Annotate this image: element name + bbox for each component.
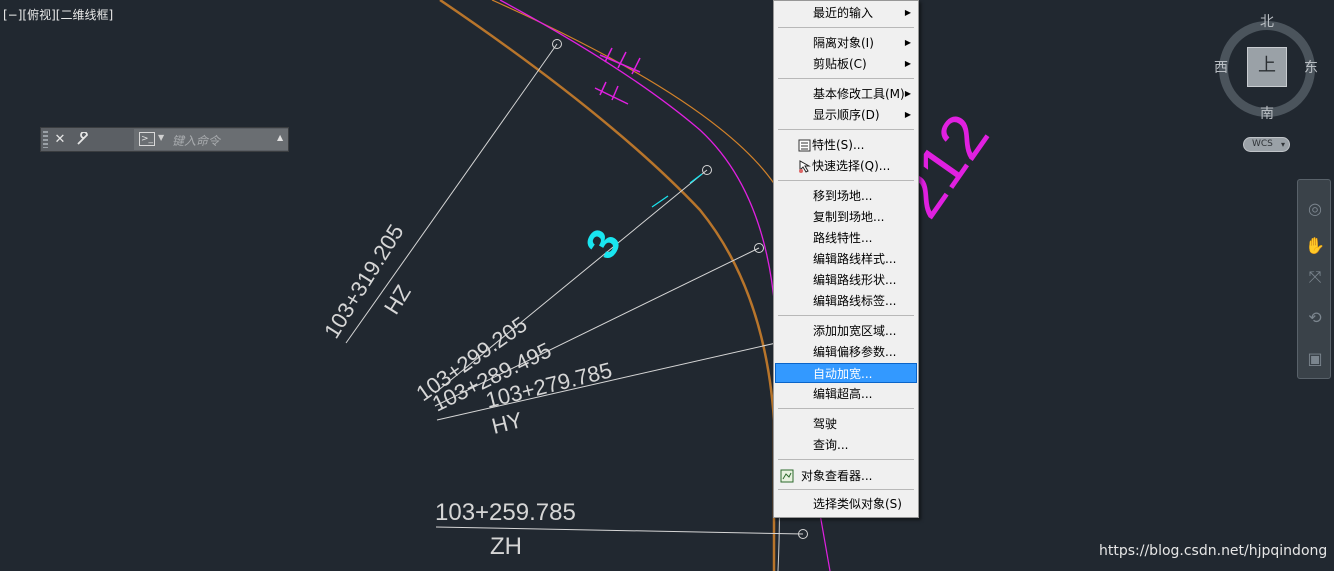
viewcube-top-face[interactable]: 上 bbox=[1247, 47, 1287, 87]
menu-item-edit-alignment-style[interactable]: 编辑路线样式... bbox=[775, 249, 917, 269]
model-viewport[interactable]: 103+319.205 HZ 103+299.205 103+289.495 1… bbox=[0, 0, 1334, 571]
submenu-arrow-icon: ▶ bbox=[904, 110, 911, 119]
menu-item-clipboard[interactable]: 剪贴板(C) ▶ bbox=[775, 54, 917, 74]
menu-separator bbox=[778, 459, 914, 460]
command-line[interactable]: ✕ >_ ▼ 键入命令 ▲ bbox=[40, 127, 289, 152]
menu-item-copy-to-site[interactable]: 复制到场地... bbox=[775, 207, 917, 227]
type-label-zh: ZH bbox=[490, 533, 522, 560]
command-placeholder: 键入命令 bbox=[172, 134, 221, 148]
menu-item-move-to-site[interactable]: 移到场地... bbox=[775, 186, 917, 206]
compass-north[interactable]: 北 bbox=[1260, 11, 1274, 31]
menu-item-edit-offset-parameters[interactable]: 编辑偏移参数... bbox=[775, 342, 917, 362]
steering-wheel-icon[interactable]: ◎ bbox=[1304, 198, 1326, 220]
watermark: https://blog.csdn.net/hjpqindong bbox=[1099, 543, 1328, 559]
station-label-zh: 103+259.785 bbox=[435, 499, 576, 526]
wrench-icon[interactable] bbox=[76, 131, 90, 147]
menu-item-edit-alignment-geometry[interactable]: 编辑路线形状... bbox=[775, 270, 917, 290]
ucs-menu-button[interactable]: WCS ▾ bbox=[1243, 137, 1290, 152]
type-label-hz: HZ bbox=[379, 281, 416, 319]
menu-item-properties[interactable]: 特性(S)... bbox=[775, 135, 917, 155]
drawing-canvas[interactable]: 103+319.205 HZ 103+299.205 103+289.495 1… bbox=[0, 0, 1334, 571]
close-icon[interactable]: ✕ bbox=[53, 132, 67, 147]
menu-item-recent-input[interactable]: 最近的输入 ▶ bbox=[775, 3, 917, 23]
showmotion-icon[interactable]: ▣ bbox=[1304, 348, 1326, 370]
menu-item-quick-select[interactable]: 快速选择(Q)... bbox=[775, 156, 917, 176]
road-centerline-orange bbox=[439, 0, 776, 571]
quick-select-icon bbox=[798, 159, 811, 173]
road-edge-orange-outer bbox=[491, 0, 791, 216]
context-menu[interactable]: 最近的输入 ▶ 隔离对象(I) ▶ 剪贴板(C) ▶ 基本修改工具(M) ▶ 显示顺序(… bbox=[773, 0, 919, 518]
menu-item-edit-superelevation[interactable]: 编辑超高... bbox=[775, 384, 917, 404]
submenu-arrow-icon: ▶ bbox=[904, 8, 911, 17]
menu-separator bbox=[778, 27, 914, 28]
menu-separator bbox=[778, 129, 914, 130]
zoom-extents-icon[interactable]: ⤧ bbox=[1304, 266, 1326, 288]
pan-icon[interactable]: ✋ bbox=[1304, 235, 1326, 257]
submenu-arrow-icon: ▶ bbox=[904, 59, 911, 68]
menu-separator bbox=[778, 78, 914, 79]
menu-item-add-widening[interactable]: 添加加宽区域... bbox=[775, 321, 917, 341]
submenu-arrow-icon: ▶ bbox=[904, 38, 911, 47]
type-label-hy: HY bbox=[489, 407, 525, 439]
viewport-controls-label[interactable]: [−][俯视][二维线框] bbox=[3, 6, 113, 23]
menu-item-edit-alignment-labels[interactable]: 编辑路线标签... bbox=[775, 291, 917, 311]
menu-item-object-viewer[interactable]: 对象查看器... bbox=[775, 466, 917, 486]
chevron-down-icon: ▾ bbox=[1280, 140, 1285, 149]
compass-south[interactable]: 南 bbox=[1260, 103, 1274, 123]
prompt-icon[interactable]: >_ bbox=[139, 132, 155, 146]
ucs-label: WCS bbox=[1252, 139, 1273, 149]
properties-icon bbox=[798, 138, 811, 152]
orbit-icon[interactable]: ⟲ bbox=[1304, 307, 1326, 329]
menu-item-draw-order[interactable]: 显示顺序(D) ▶ bbox=[775, 105, 917, 125]
magenta-hatch bbox=[594, 47, 641, 105]
cyan-annotation: 3 bbox=[576, 221, 631, 267]
compass-west[interactable]: 西 bbox=[1214, 57, 1228, 77]
menu-item-auto-widening[interactable]: 自动加宽... bbox=[775, 363, 917, 383]
menu-item-alignment-properties[interactable]: 路线特性... bbox=[775, 228, 917, 248]
chevron-down-icon[interactable]: ▼ bbox=[158, 133, 164, 142]
navigation-bar[interactable]: ◎ ✋ ⤧ ⟲ ▣ bbox=[1297, 179, 1331, 379]
menu-separator bbox=[778, 315, 914, 316]
menu-item-isolate-objects[interactable]: 隔离对象(I) ▶ bbox=[775, 33, 917, 53]
menu-separator bbox=[778, 489, 914, 490]
object-viewer-icon bbox=[780, 469, 794, 483]
menu-item-basic-modify-tools[interactable]: 基本修改工具(M) ▶ bbox=[775, 84, 917, 104]
cyan-tick bbox=[689, 173, 703, 184]
compass-east[interactable]: 东 bbox=[1304, 57, 1318, 77]
menu-separator bbox=[778, 180, 914, 181]
drag-grip[interactable] bbox=[43, 131, 48, 148]
submenu-arrow-icon: ▶ bbox=[904, 89, 911, 98]
menu-item-select-similar[interactable]: 选择类似对象(S) bbox=[775, 494, 917, 514]
cyan-tick bbox=[651, 195, 669, 208]
menu-item-inquiry[interactable]: 查询... bbox=[775, 435, 917, 455]
menu-separator bbox=[778, 408, 914, 409]
leader-line-hz bbox=[345, 43, 558, 344]
menu-item-drive[interactable]: 驾驶 bbox=[775, 414, 917, 434]
history-up-icon[interactable]: ▲ bbox=[277, 133, 283, 142]
